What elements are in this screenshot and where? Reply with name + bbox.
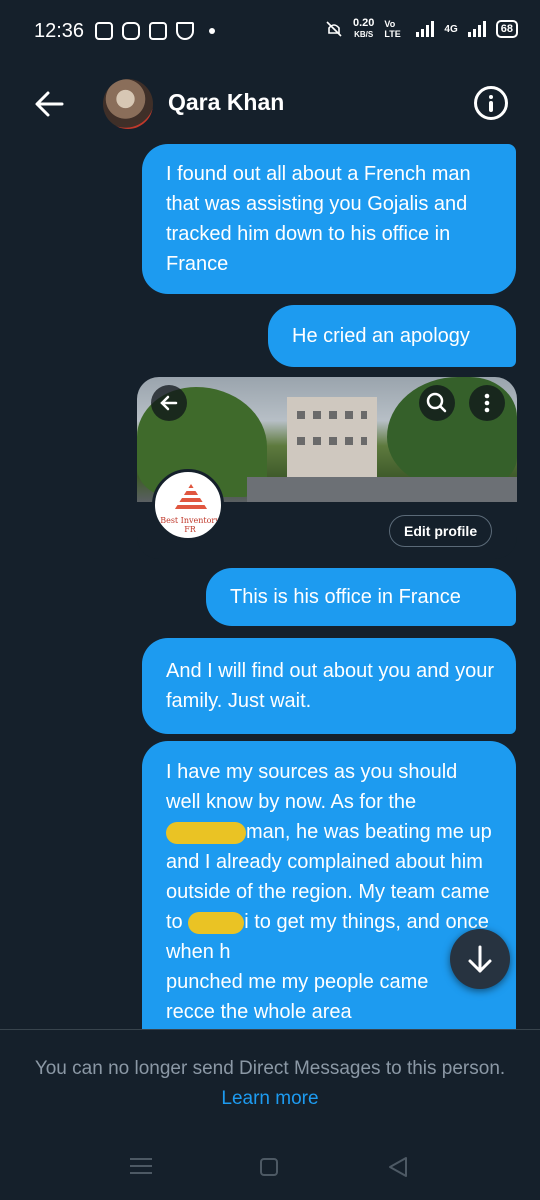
redaction-mark (188, 911, 245, 934)
arrow-left-icon[interactable] (30, 84, 70, 124)
message-bubble[interactable]: And I will find out about you and your f… (142, 638, 516, 734)
system-nav-bar (0, 1136, 540, 1200)
more-vertical-icon (469, 385, 505, 421)
shield-icon (176, 22, 194, 40)
notification-icons (95, 22, 215, 40)
scroll-to-bottom-button[interactable] (450, 929, 510, 989)
system-indicators: 0.20 KB/S Vo LTE 4G 68 (325, 18, 518, 40)
message-bubble[interactable]: I have my sources as you should well kno… (142, 741, 516, 1041)
redaction-mark (166, 821, 246, 844)
news-icon (95, 22, 113, 40)
search-icon (419, 385, 455, 421)
card-back-icon (151, 385, 187, 421)
pyramid-logo-icon (173, 484, 209, 512)
shared-image-card[interactable]: Best Inventory FR Edit profile (137, 377, 517, 559)
mute-icon (326, 21, 342, 37)
contact-name[interactable]: Qara Khan (168, 89, 284, 116)
volte-indicator: Vo LTE (384, 19, 401, 39)
message-bubble[interactable]: He cried an apology (268, 305, 516, 367)
nav-back-icon[interactable] (388, 1156, 408, 1178)
battery-icon: 68 (495, 20, 518, 38)
avatar[interactable] (103, 79, 153, 129)
status-bar: 12:36 0.20 KB/S Vo LTE 4G 68 (0, 0, 540, 64)
message-bubble[interactable]: I found out all about a French man that … (142, 144, 516, 294)
more-notifications-dot (209, 28, 215, 34)
message-bubble[interactable]: This is his office in France (206, 568, 516, 626)
conversation-header: Qara Khan (0, 64, 540, 144)
notice-text: You can no longer send Direct Messages t… (34, 1058, 506, 1079)
network-type: 4G (444, 23, 458, 35)
learn-more-link[interactable]: Learn more (221, 1088, 318, 1109)
network-speed: 0.20 KB/S (352, 17, 375, 40)
office-building (287, 397, 377, 477)
dm-screen: 12:36 0.20 KB/S Vo LTE 4G 68 Qara Khan I… (0, 0, 540, 1200)
logo-text: Best Inventory FR (160, 516, 220, 534)
profile-logo: Best Inventory FR (152, 469, 224, 541)
wifi-box-icon (149, 22, 167, 40)
recent-apps-icon[interactable] (130, 1158, 152, 1176)
home-icon[interactable] (260, 1158, 278, 1176)
arrow-down-icon (468, 945, 492, 973)
edit-profile-button: Edit profile (389, 515, 493, 547)
signal-icon (416, 21, 435, 37)
status-time: 12:36 (34, 20, 85, 42)
info-icon[interactable] (474, 86, 508, 120)
signal-icon-2 (467, 21, 486, 37)
instagram-icon (122, 22, 140, 40)
